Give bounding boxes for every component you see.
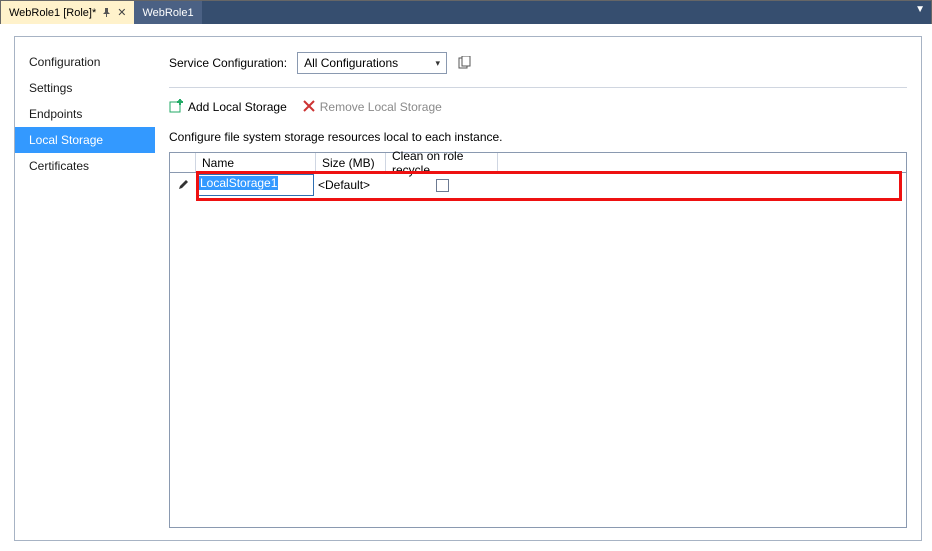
row-spacer <box>498 173 906 197</box>
name-value: LocalStorage1 <box>199 176 278 190</box>
tab-active-label: WebRole1 [Role]* <box>9 7 96 19</box>
sidebar-item-certificates[interactable]: Certificates <box>15 153 155 179</box>
service-config-value: All Configurations <box>304 56 398 70</box>
tab-active[interactable]: WebRole1 [Role]* ✕ <box>1 1 134 25</box>
column-size[interactable]: Size (MB) <box>316 153 386 172</box>
sidebar-item-configuration[interactable]: Configuration <box>15 49 155 75</box>
tab-inactive[interactable]: WebRole1 <box>134 1 201 25</box>
chevron-down-icon: ▾ <box>436 58 441 69</box>
sidebar-item-local-storage[interactable]: Local Storage <box>15 127 155 153</box>
table-row[interactable]: LocalStorage1 <Default> <box>170 173 906 197</box>
tab-strip: WebRole1 [Role]* ✕ WebRole1 ▼ <box>1 1 931 25</box>
close-icon[interactable]: ✕ <box>117 8 126 19</box>
remove-icon <box>303 100 315 115</box>
description-text: Configure file system storage resources … <box>169 130 907 144</box>
column-name[interactable]: Name <box>196 153 316 172</box>
service-config-select[interactable]: All Configurations ▾ <box>297 52 447 74</box>
tab-overflow-icon[interactable]: ▼ <box>915 4 925 15</box>
grid-corner <box>170 153 196 172</box>
tab-inactive-label: WebRole1 <box>142 7 193 19</box>
pin-icon[interactable] <box>102 8 111 19</box>
remove-label: Remove Local Storage <box>320 100 442 114</box>
sidebar-item-endpoints[interactable]: Endpoints <box>15 101 155 127</box>
service-config-label: Service Configuration: <box>169 56 287 70</box>
copy-settings-icon[interactable] <box>457 56 472 71</box>
clean-checkbox[interactable] <box>436 179 449 192</box>
row-edit-icon <box>170 173 196 197</box>
size-cell[interactable]: <Default> <box>316 173 386 197</box>
add-icon <box>169 99 183 116</box>
remove-local-storage-button[interactable]: Remove Local Storage <box>303 100 442 115</box>
sidebar-item-settings[interactable]: Settings <box>15 75 155 101</box>
size-value: <Default> <box>318 178 370 192</box>
grid-header: Name Size (MB) Clean on role recycle <box>170 153 906 173</box>
clean-cell[interactable] <box>386 173 498 197</box>
add-local-storage-button[interactable]: Add Local Storage <box>169 99 287 116</box>
add-label: Add Local Storage <box>188 100 287 114</box>
storage-grid: Name Size (MB) Clean on role recycle Loc… <box>169 152 907 528</box>
name-input[interactable]: LocalStorage1 <box>196 174 314 196</box>
sidebar: Configuration Settings Endpoints Local S… <box>15 37 155 540</box>
column-spacer <box>498 153 906 172</box>
column-clean[interactable]: Clean on role recycle <box>386 153 498 172</box>
